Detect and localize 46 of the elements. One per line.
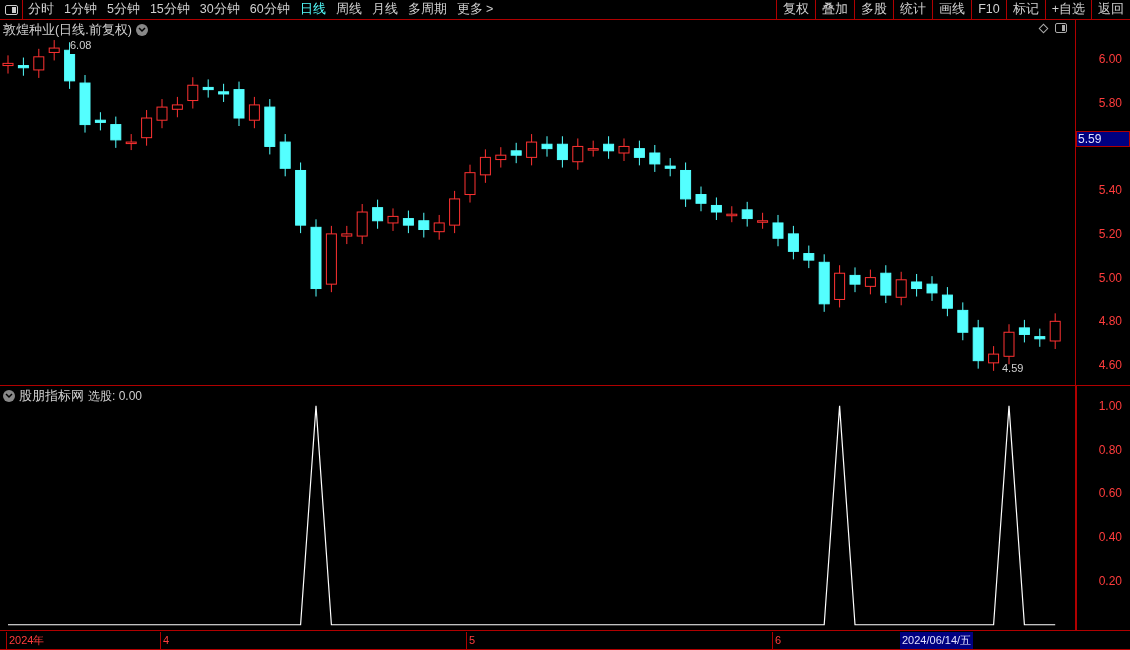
panel-toggle-icon[interactable]	[4, 4, 18, 15]
toolbar-button[interactable]: 返回	[1091, 0, 1130, 19]
toolbar-button[interactable]: F10	[971, 0, 1006, 19]
toolbar-button[interactable]: +自选	[1044, 0, 1091, 19]
toolbar-button[interactable]: 画线	[932, 0, 972, 19]
current-price-label: 5.59	[1076, 131, 1130, 147]
price-tick-label: 6.00	[1098, 53, 1122, 65]
period-tab[interactable]: 更多 >	[456, 0, 494, 19]
indicator-tick-label: 1.00	[1098, 399, 1122, 412]
price-tick-label: 5.40	[1098, 184, 1122, 197]
price-tick-label: 5.20	[1098, 227, 1122, 240]
price-tick-label: 4.60	[1098, 359, 1122, 372]
period-tab[interactable]: 30分钟	[199, 0, 240, 19]
period-tab[interactable]: 周线	[335, 0, 362, 19]
date-axis-label: 5	[466, 632, 476, 649]
date-axis-label: 2024年	[6, 632, 45, 649]
indicator-title: 股朋指标网	[19, 388, 84, 405]
chart-title: 敦煌种业(日线.前复权)	[3, 22, 132, 39]
toolbar-button[interactable]: 标记	[1005, 0, 1045, 19]
indicator-tick-label: 0.60	[1098, 487, 1122, 500]
toolbar-button[interactable]: 复权	[776, 0, 816, 19]
period-tab[interactable]: 月线	[371, 0, 398, 19]
dropdown-icon[interactable]	[3, 390, 15, 403]
date-axis-label: 6	[772, 632, 782, 649]
panel-toggle-icon[interactable]	[1055, 23, 1067, 33]
period-tab[interactable]: 日线	[299, 0, 326, 19]
indicator-tick-label: 0.80	[1098, 443, 1122, 456]
toolbar-button[interactable]: 叠加	[815, 0, 855, 19]
period-tab[interactable]: 15分钟	[149, 0, 190, 19]
period-tab[interactable]: 5分钟	[106, 0, 140, 19]
price-tick-label: 5.80	[1098, 96, 1122, 109]
period-tab[interactable]: 多周期	[407, 0, 447, 19]
indicator-tick-label: 0.20	[1098, 574, 1122, 587]
price-tick-label: 5.00	[1098, 271, 1122, 284]
indicator-reading: 选股: 0.00	[88, 388, 143, 406]
price-tick-label: 4.80	[1098, 315, 1122, 328]
low-price-label: 4.59	[1002, 361, 1024, 376]
indicator-tick-label: 0.40	[1098, 531, 1122, 544]
period-tab[interactable]: 60分钟	[249, 0, 290, 19]
date-axis-label: 4	[160, 632, 170, 649]
period-tab[interactable]: 1分钟	[64, 0, 97, 19]
cursor-date-label: 2024/06/14/五	[900, 632, 974, 649]
dropdown-icon[interactable]	[135, 24, 148, 37]
toolbar-button[interactable]: 统计	[893, 0, 933, 19]
period-tab[interactable]: 分时	[28, 0, 54, 19]
toolbar-button[interactable]: 多股	[854, 0, 894, 19]
